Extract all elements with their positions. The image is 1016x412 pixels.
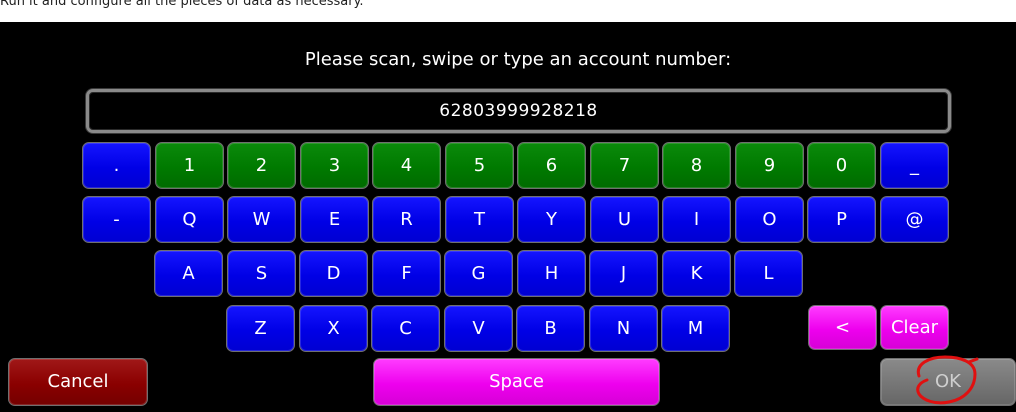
key-8[interactable]: 8 bbox=[662, 142, 731, 189]
key-label: O bbox=[762, 209, 777, 230]
key-v[interactable]: V bbox=[444, 305, 513, 352]
key-x[interactable]: X bbox=[299, 305, 368, 352]
key-label: F bbox=[401, 263, 412, 284]
key-label: 2 bbox=[255, 155, 268, 176]
key-3[interactable]: 3 bbox=[300, 142, 369, 189]
key-label: D bbox=[326, 263, 341, 284]
key-label: R bbox=[400, 209, 413, 230]
key-label: I bbox=[693, 209, 700, 230]
key-o[interactable]: O bbox=[735, 196, 804, 243]
key-label: 8 bbox=[690, 155, 703, 176]
key-label: 7 bbox=[618, 155, 631, 176]
key-w[interactable]: W bbox=[227, 196, 296, 243]
key-label: Y bbox=[546, 209, 557, 230]
key-label: 9 bbox=[763, 155, 776, 176]
key-label: 6 bbox=[545, 155, 558, 176]
key-label: W bbox=[252, 209, 271, 230]
key-label: H bbox=[544, 263, 559, 284]
key-label: 1 bbox=[183, 155, 196, 176]
key-label: N bbox=[616, 318, 631, 339]
key-label: V bbox=[472, 318, 485, 339]
key-s[interactable]: S bbox=[227, 250, 296, 297]
key-p[interactable]: P bbox=[807, 196, 876, 243]
key-label: C bbox=[399, 318, 412, 339]
key-underscore[interactable]: _ bbox=[880, 142, 949, 189]
key-g[interactable]: G bbox=[444, 250, 513, 297]
key-label: B bbox=[544, 318, 557, 339]
key-label: G bbox=[471, 263, 486, 284]
key-d[interactable]: D bbox=[299, 250, 368, 297]
header-strip: Run it and configure all the pieces of d… bbox=[0, 0, 1016, 22]
key-u[interactable]: U bbox=[590, 196, 659, 243]
key-7[interactable]: 7 bbox=[590, 142, 659, 189]
header-strip-text: Run it and configure all the pieces of d… bbox=[0, 0, 364, 9]
key-label: @ bbox=[905, 209, 924, 230]
key-c[interactable]: C bbox=[371, 305, 440, 352]
key-label: X bbox=[327, 318, 340, 339]
key-label: E bbox=[328, 209, 341, 230]
key-label: U bbox=[617, 209, 632, 230]
key-n[interactable]: N bbox=[589, 305, 658, 352]
key-2[interactable]: 2 bbox=[227, 142, 296, 189]
key-period[interactable]: . bbox=[82, 142, 151, 189]
key-label: 4 bbox=[400, 155, 413, 176]
key-r[interactable]: R bbox=[372, 196, 441, 243]
clear-key[interactable]: Clear bbox=[880, 305, 949, 350]
key-label: . bbox=[113, 155, 120, 176]
space-button[interactable]: Space bbox=[373, 358, 660, 406]
key-label: Q bbox=[182, 209, 197, 230]
key-l[interactable]: L bbox=[734, 250, 803, 297]
key-0[interactable]: 0 bbox=[807, 142, 876, 189]
key-m[interactable]: M bbox=[661, 305, 730, 352]
key-4[interactable]: 4 bbox=[372, 142, 441, 189]
key-z[interactable]: Z bbox=[226, 305, 295, 352]
key-hyphen[interactable]: - bbox=[82, 196, 151, 243]
key-label: M bbox=[687, 318, 704, 339]
ok-button[interactable]: OK bbox=[880, 358, 1016, 406]
key-k[interactable]: K bbox=[662, 250, 731, 297]
key-6[interactable]: 6 bbox=[517, 142, 586, 189]
key-at[interactable]: @ bbox=[880, 196, 949, 243]
account-prompt: Please scan, swipe or type an account nu… bbox=[304, 49, 732, 70]
key-b[interactable]: B bbox=[516, 305, 585, 352]
key-h[interactable]: H bbox=[517, 250, 586, 297]
key-label: L bbox=[763, 263, 774, 284]
key-1[interactable]: 1 bbox=[155, 142, 224, 189]
key-9[interactable]: 9 bbox=[735, 142, 804, 189]
key-label: 0 bbox=[835, 155, 848, 176]
key-y[interactable]: Y bbox=[517, 196, 586, 243]
key-label: P bbox=[836, 209, 847, 230]
key-t[interactable]: T bbox=[445, 196, 514, 243]
key-q[interactable]: Q bbox=[155, 196, 224, 243]
key-label: J bbox=[620, 263, 627, 284]
key-f[interactable]: F bbox=[372, 250, 441, 297]
backspace-key[interactable]: < bbox=[808, 305, 877, 350]
key-label: 5 bbox=[473, 155, 486, 176]
key-label: K bbox=[690, 263, 703, 284]
space-button-label: Space bbox=[489, 371, 544, 392]
key-a[interactable]: A bbox=[154, 250, 223, 297]
cancel-button-label: Cancel bbox=[47, 371, 109, 392]
key-j[interactable]: J bbox=[589, 250, 658, 297]
key-label: _ bbox=[910, 155, 919, 176]
key-label: - bbox=[113, 209, 120, 230]
cancel-button[interactable]: Cancel bbox=[8, 358, 148, 406]
ok-button-label: OK bbox=[935, 371, 961, 392]
key-label: 3 bbox=[328, 155, 341, 176]
account-number-field[interactable]: 62803999928218 bbox=[86, 89, 951, 133]
key-i[interactable]: I bbox=[662, 196, 731, 243]
key-label: S bbox=[255, 263, 268, 284]
backspace-key-label: < bbox=[834, 317, 851, 338]
key-e[interactable]: E bbox=[300, 196, 369, 243]
clear-key-label: Clear bbox=[890, 317, 939, 338]
key-5[interactable]: 5 bbox=[445, 142, 514, 189]
key-label: T bbox=[474, 209, 485, 230]
key-label: Z bbox=[254, 318, 267, 339]
key-label: A bbox=[182, 263, 195, 284]
